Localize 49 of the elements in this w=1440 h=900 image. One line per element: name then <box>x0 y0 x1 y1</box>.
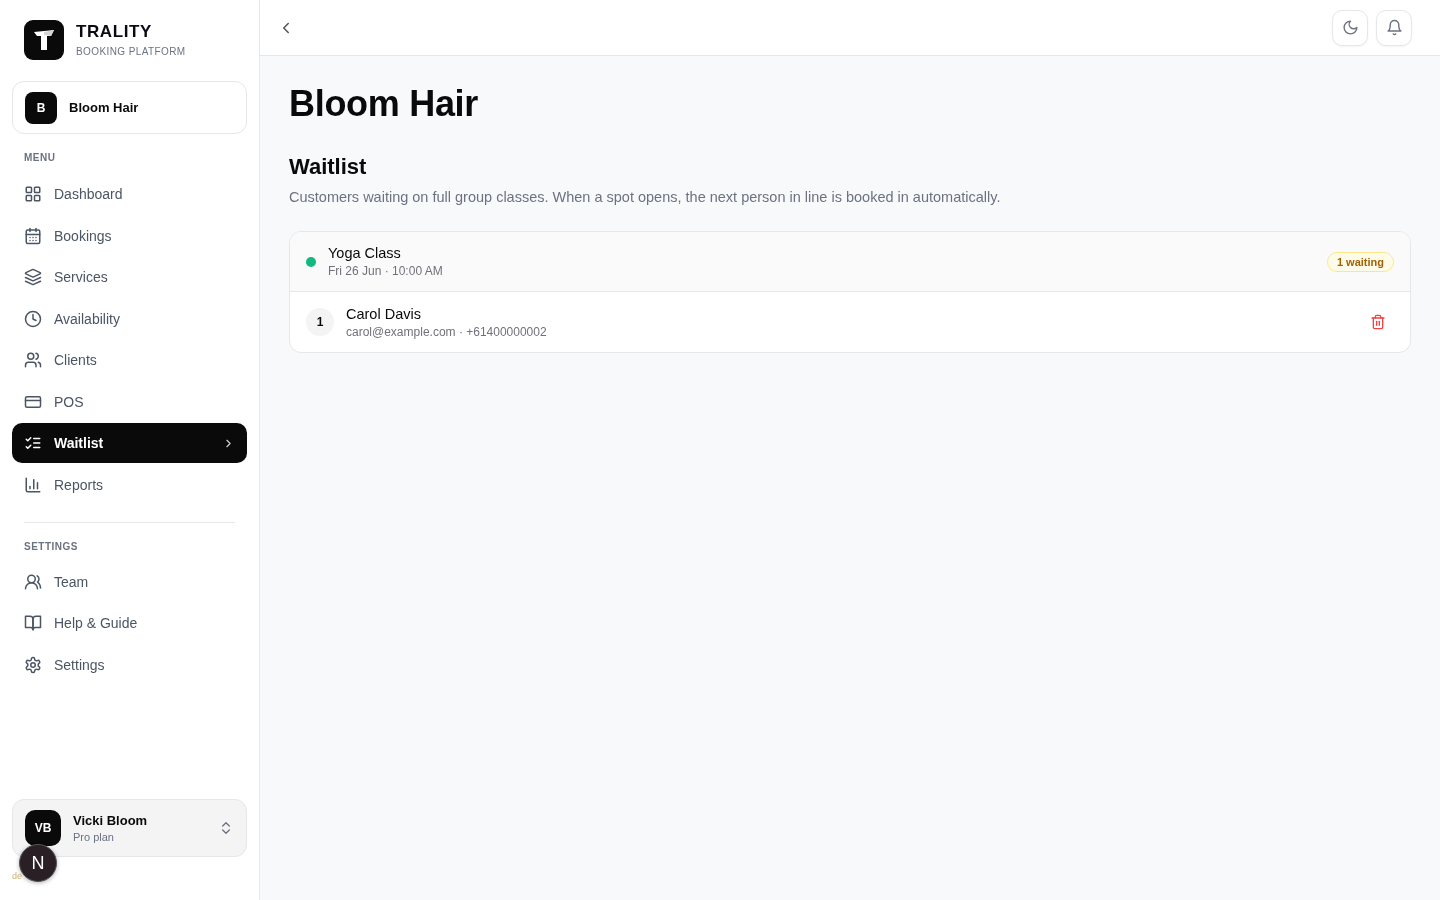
grid-icon <box>24 185 42 203</box>
sidebar-item[interactable]: Settings <box>12 644 247 685</box>
trash-icon <box>1370 314 1386 330</box>
bar-chart-icon <box>24 475 42 494</box>
delete-button[interactable] <box>1370 314 1386 330</box>
user-avatar: VB <box>25 810 61 846</box>
checklist-icon <box>24 434 42 452</box>
section-description: Customers waiting on full group classes. When a spot opens, the next person in line is booked in automatically. <box>289 188 1001 207</box>
sidebar-item[interactable]: Clients <box>12 340 247 380</box>
sidebar-item[interactable]: Waitlist <box>12 423 247 463</box>
class-title: Yoga Class <box>328 245 401 261</box>
notifications-button[interactable] <box>1376 9 1412 46</box>
sidebar-item[interactable]: Availability <box>12 298 247 339</box>
dev-caption: de <box>12 871 22 882</box>
customer-name: Carol Davis <box>346 305 421 322</box>
workspace-avatar: B <box>25 91 57 124</box>
sidebar-item[interactable]: Help & Guide <box>12 603 247 643</box>
book-icon <box>24 614 42 632</box>
class-time: Fri 26 Jun · 10:00 AM <box>328 264 443 278</box>
sidebar-item[interactable]: Dashboard <box>12 174 247 214</box>
brand-name: TRALITY <box>76 22 153 41</box>
sidebar-item[interactable]: Services <box>12 257 247 297</box>
customer-contact: carol@example.com · +61400000002 <box>346 324 547 339</box>
calendar-icon <box>24 226 42 245</box>
section-title: Waitlist <box>289 153 367 181</box>
users-icon <box>24 351 42 369</box>
page-title: Bloom Hair <box>289 84 479 124</box>
bell-icon <box>1385 19 1403 36</box>
sidebar-item[interactable]: POS <box>12 381 247 422</box>
sidebar-item[interactable]: Team <box>12 561 247 602</box>
user-plan: Pro plan <box>73 831 115 843</box>
queue-position: 1 <box>306 308 334 336</box>
brand-tagline: BOOKING PLATFORM <box>76 45 186 58</box>
logo-icon <box>24 20 64 60</box>
moon-icon <box>1341 19 1359 36</box>
theme-toggle-button[interactable] <box>1332 9 1368 46</box>
workspace-switcher[interactable]: B Bloom Hair <box>12 81 247 134</box>
waiting-badge: 1 waiting <box>1326 251 1394 272</box>
user-name: Vicki Bloom <box>73 813 149 828</box>
workspace-name: Bloom Hair <box>69 100 139 115</box>
clock-icon <box>24 309 42 328</box>
settings-icon <box>24 655 42 674</box>
users-icon <box>24 572 42 591</box>
sidebar-item[interactable]: Bookings <box>12 215 247 256</box>
sidebar-item[interactable]: Reports <box>12 464 247 505</box>
section-label: SETTINGS <box>23 540 79 553</box>
user-menu[interactable]: VB Vicki Bloom Pro plan <box>12 799 247 857</box>
section-label: MENU <box>23 152 57 164</box>
layers-icon <box>24 268 42 286</box>
